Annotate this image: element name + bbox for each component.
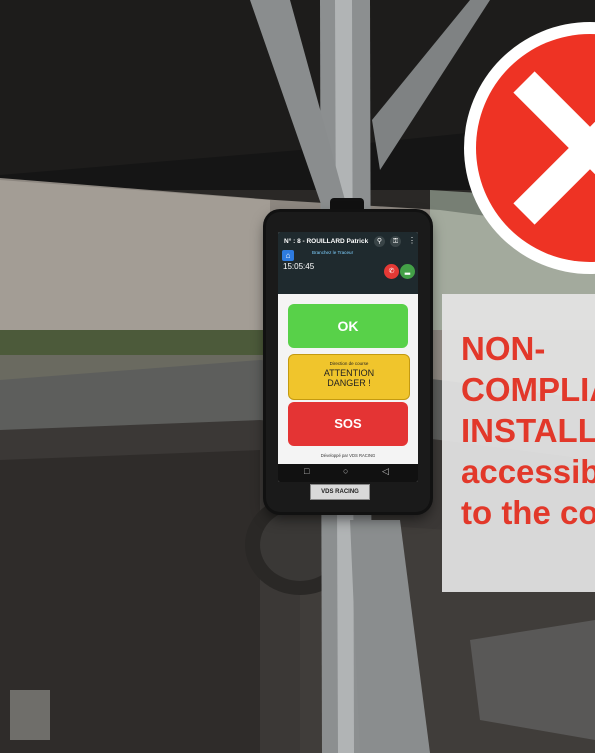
android-nav-bar: □ ○ ◁ bbox=[278, 464, 418, 482]
home-nav-icon[interactable]: ○ bbox=[343, 466, 348, 476]
attention-caption: Direction de course bbox=[329, 361, 369, 366]
back-icon[interactable]: ◁ bbox=[382, 466, 389, 477]
bezel-logo: VDS RACING bbox=[310, 484, 370, 500]
sos-button[interactable]: SOS bbox=[288, 402, 408, 446]
recent-apps-icon[interactable]: □ bbox=[304, 466, 309, 476]
disconnected-icon: ✆ bbox=[384, 264, 399, 279]
driver-title: N° : 8 - ROUILLARD Patrick bbox=[284, 238, 369, 245]
home-icon[interactable]: ⌂ bbox=[282, 250, 294, 261]
developed-by-text: Développé par VDS RACING bbox=[320, 453, 376, 458]
app-header: N° : 8 - ROUILLARD Patrick ⚲ ⚿ ⋮ ⌂ Branc… bbox=[278, 232, 418, 294]
car-interior-photo: N° : 8 - ROUILLARD Patrick ⚲ ⚿ ⋮ ⌂ Branc… bbox=[0, 0, 595, 753]
key-icon[interactable]: ⚿ bbox=[390, 236, 401, 247]
phone-screen: N° : 8 - ROUILLARD Patrick ⚲ ⚿ ⋮ ⌂ Branc… bbox=[278, 232, 418, 482]
attention-label: ATTENTION DANGER ! bbox=[323, 368, 375, 388]
clock-time: 15:05:45 bbox=[283, 262, 315, 271]
signal-icon: ▂ bbox=[400, 264, 415, 279]
non-compliant-text: NON- COMPLIA INSTALL accessib to the co bbox=[461, 330, 595, 531]
attention-danger-button[interactable]: Direction de course ATTENTION DANGER ! bbox=[288, 354, 410, 400]
search-icon[interactable]: ⚲ bbox=[374, 236, 385, 247]
menu-icon[interactable]: ⋮ bbox=[408, 236, 416, 245]
close-icon bbox=[464, 22, 595, 274]
rugged-phone: N° : 8 - ROUILLARD Patrick ⚲ ⚿ ⋮ ⌂ Branc… bbox=[266, 212, 430, 512]
tracker-status: Branchez le Traceur bbox=[312, 250, 354, 255]
ok-button[interactable]: OK bbox=[288, 304, 408, 348]
